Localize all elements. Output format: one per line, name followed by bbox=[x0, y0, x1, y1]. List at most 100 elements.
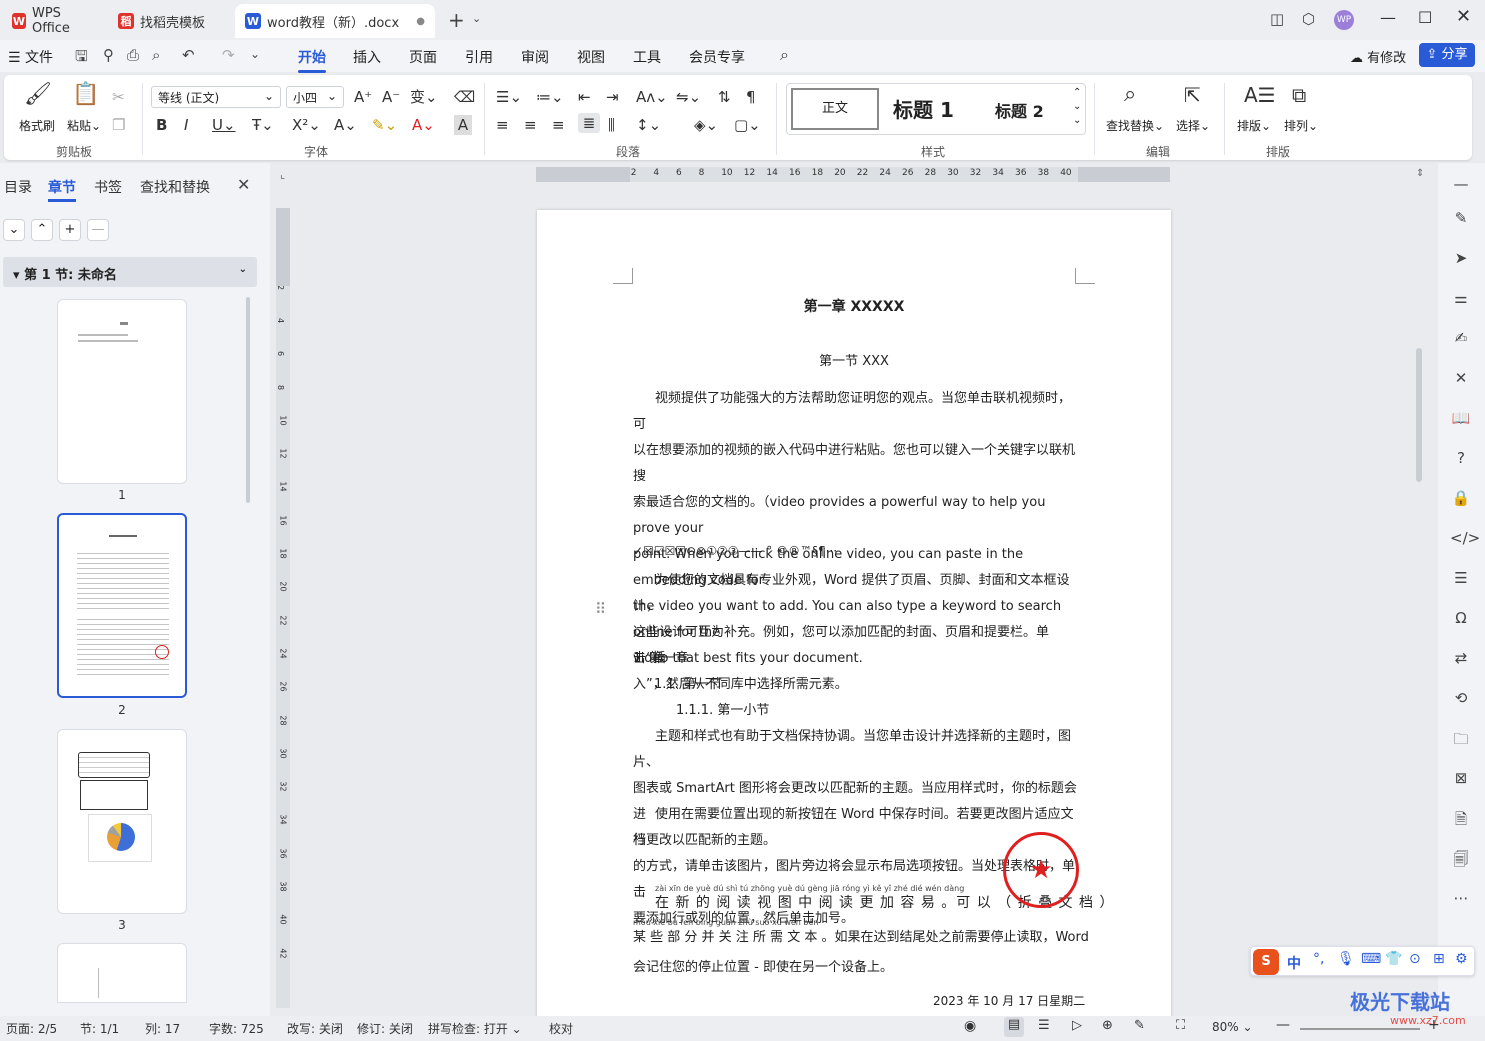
add-section-button[interactable]: + bbox=[59, 219, 81, 241]
page-thumbnail-3[interactable] bbox=[57, 729, 187, 914]
status-word-count[interactable]: 字数: 725 bbox=[209, 1020, 264, 1037]
find-replace-button[interactable]: 查找替换⌄ bbox=[1106, 117, 1164, 134]
game-icon[interactable]: ⊙ bbox=[1409, 951, 1421, 967]
collapse-up-button[interactable]: ⌃ bbox=[31, 219, 53, 241]
eye-protect-icon[interactable]: ◉ bbox=[964, 1018, 976, 1034]
zoom-slider[interactable] bbox=[1300, 1028, 1420, 1030]
collapse-icon[interactable]: — bbox=[1450, 175, 1472, 197]
doc-convert-icon[interactable]: 🗐 bbox=[1450, 849, 1472, 871]
tab-chapters[interactable]: 章节 bbox=[48, 177, 76, 197]
code-icon[interactable]: </> bbox=[1450, 529, 1480, 551]
highlight-icon[interactable]: ✎⌄ bbox=[372, 115, 397, 135]
pane-scrollbar[interactable] bbox=[246, 297, 250, 503]
adjust-icon[interactable]: ⚌ bbox=[1450, 289, 1472, 311]
skin-icon[interactable]: 👕 bbox=[1385, 951, 1402, 967]
maximize-icon[interactable]: ☐ bbox=[1418, 8, 1432, 27]
phonetic-paragraph-line-3[interactable]: 会记住您的停止位置 - 即使在另一个设备上。 bbox=[633, 956, 893, 975]
bullet-list-icon[interactable]: ☰⌄ bbox=[496, 87, 522, 107]
menu-reference[interactable]: 引用 bbox=[465, 47, 493, 67]
horizontal-ruler[interactable]: 6422468101214161820222426283032343638404… bbox=[536, 167, 1170, 182]
increase-indent-icon[interactable]: ⇥ bbox=[606, 87, 619, 107]
section-header[interactable]: ▾ 第 1 节: 未命名 ⌄ bbox=[3, 257, 257, 287]
quick-access-chevron-icon[interactable]: ⌄ bbox=[250, 47, 260, 61]
tab-toc[interactable]: 目录 bbox=[4, 177, 32, 197]
tab-find-replace[interactable]: 查找和替换 bbox=[140, 177, 210, 197]
style-normal[interactable]: 正文 bbox=[791, 88, 879, 130]
select-button[interactable]: 选择⌄ bbox=[1176, 117, 1210, 134]
layout-icon[interactable]: ◫ bbox=[1270, 10, 1284, 28]
list-level-1[interactable]: 1. 第一章 bbox=[633, 646, 689, 672]
document-scrollbar[interactable] bbox=[1416, 348, 1422, 482]
menu-page[interactable]: 页面 bbox=[409, 47, 437, 67]
translate-icon[interactable]: ⇄ bbox=[1450, 649, 1472, 671]
menu-member[interactable]: 会员专享 bbox=[689, 47, 745, 67]
sort-az-icon[interactable]: ⇅ bbox=[718, 87, 731, 107]
show-marks-icon[interactable]: ¶ bbox=[746, 87, 756, 107]
typeset-button[interactable]: 排版⌄ bbox=[1237, 117, 1271, 134]
format-painter-button[interactable]: 格式刷 bbox=[19, 117, 55, 134]
unsaved-dot-icon[interactable]: ● bbox=[416, 16, 425, 27]
microphone-icon[interactable]: 🎙 bbox=[1337, 951, 1355, 967]
justify-icon[interactable]: ≣ bbox=[578, 113, 600, 133]
date-line[interactable]: 2023 年 10 月 17 日星期二 bbox=[933, 992, 1085, 1009]
arrange-icon[interactable]: ⧉ bbox=[1292, 85, 1306, 105]
write-mode-icon[interactable]: ✎ bbox=[1134, 1018, 1145, 1033]
tab-wps-office[interactable]: W WPS Office bbox=[2, 4, 104, 38]
pen-icon[interactable]: ✎ bbox=[1450, 209, 1472, 231]
fit-page-icon[interactable]: ⛶ bbox=[1176, 1018, 1185, 1033]
status-section[interactable]: 节: 1/1 bbox=[80, 1020, 119, 1037]
tab-bookmarks[interactable]: 书签 bbox=[94, 177, 122, 197]
settings-icon[interactable]: ⚙ bbox=[1455, 951, 1468, 967]
status-revision[interactable]: 修订: 关闭 bbox=[357, 1020, 413, 1037]
search-icon[interactable]: ⌕ bbox=[780, 45, 789, 65]
find-icon[interactable]: ⌕ bbox=[1124, 84, 1136, 106]
split-view-icon[interactable]: ⇕ bbox=[1416, 168, 1424, 179]
select-cursor-icon[interactable]: ⇱ bbox=[1184, 85, 1201, 105]
document-page[interactable]: 第一章 XXXXX 第一节 XXX 视频提供了功能强大的方法帮助您证明您的观点。… bbox=[537, 210, 1171, 1020]
list-level-2[interactable]: 1.1. 第一节 bbox=[654, 672, 722, 698]
status-spellcheck[interactable]: 拼写检查: 打开 ⌄ bbox=[428, 1020, 522, 1037]
page-thumbnail-4[interactable] bbox=[57, 943, 187, 1003]
close-pane-icon[interactable]: ✕ bbox=[237, 175, 250, 194]
read-icon[interactable]: 📖 bbox=[1450, 409, 1472, 431]
format-painter-icon[interactable]: 🖌 bbox=[24, 84, 52, 106]
modified-status[interactable]: ☁ 有修改 bbox=[1350, 47, 1406, 66]
redo-icon[interactable]: ↷ bbox=[222, 46, 235, 64]
page-thumbnail-1[interactable] bbox=[57, 299, 187, 484]
folder-star-icon[interactable]: 🗀 bbox=[1450, 729, 1472, 751]
status-proofread[interactable]: 校对 bbox=[549, 1020, 573, 1037]
file-menu[interactable]: ☰ 文件 bbox=[8, 47, 53, 67]
image-icon[interactable]: ⊠ bbox=[1450, 769, 1472, 791]
strikethrough-icon[interactable]: Ŧ⌄ bbox=[252, 115, 274, 135]
paste-button[interactable]: 粘贴⌄ bbox=[67, 117, 101, 134]
grow-font-icon[interactable]: A⁺ bbox=[354, 87, 372, 107]
lock-icon[interactable]: 🔒 bbox=[1450, 489, 1472, 511]
decrease-indent-icon[interactable]: ⇤ bbox=[578, 87, 591, 107]
shading-icon[interactable]: ◈⌄ bbox=[694, 115, 718, 135]
tab-template[interactable]: 稻 找稻壳模板 bbox=[108, 4, 230, 38]
vertical-ruler[interactable]: 4224681012141618202224262830323436384042 bbox=[276, 208, 290, 1008]
menu-start[interactable]: 开始 bbox=[298, 47, 326, 73]
menu-review[interactable]: 审阅 bbox=[521, 47, 549, 67]
align-center-icon[interactable]: ≡ bbox=[524, 115, 537, 135]
share-button[interactable]: ⇪ 分享 bbox=[1419, 43, 1475, 67]
print-icon[interactable]: ⎙ bbox=[127, 46, 139, 64]
status-column[interactable]: 列: 17 bbox=[145, 1020, 180, 1037]
outline-view-icon[interactable]: ☰ bbox=[1038, 1018, 1050, 1033]
drag-handle-icon[interactable]: ⠿ bbox=[595, 600, 606, 618]
sort-icon[interactable]: ⇋⌄ bbox=[676, 87, 701, 107]
shrink-font-icon[interactable]: A⁻ bbox=[382, 87, 400, 107]
section-heading[interactable]: 第一节 XXX bbox=[537, 350, 1171, 369]
tab-document[interactable]: W word教程（新）.docx ● bbox=[235, 4, 435, 38]
style-scroll-icon[interactable]: ⌃ ⌄ ⌄ bbox=[1073, 86, 1081, 128]
zoom-out-icon[interactable]: — bbox=[1276, 1017, 1290, 1033]
undo-icon[interactable]: ↶ bbox=[182, 46, 195, 64]
minimize-icon[interactable]: — bbox=[1380, 8, 1396, 27]
clear-format-icon[interactable]: ⌫ bbox=[454, 87, 475, 107]
bold-icon[interactable]: B bbox=[156, 115, 167, 135]
doc-edit-icon[interactable]: 🗎 bbox=[1450, 809, 1472, 831]
share-link-icon[interactable]: ⚲ bbox=[103, 46, 114, 64]
cut-icon[interactable]: ✂ bbox=[112, 87, 125, 107]
underline-icon[interactable]: U⌄ bbox=[212, 115, 236, 135]
menu-tools[interactable]: 工具 bbox=[633, 47, 661, 67]
